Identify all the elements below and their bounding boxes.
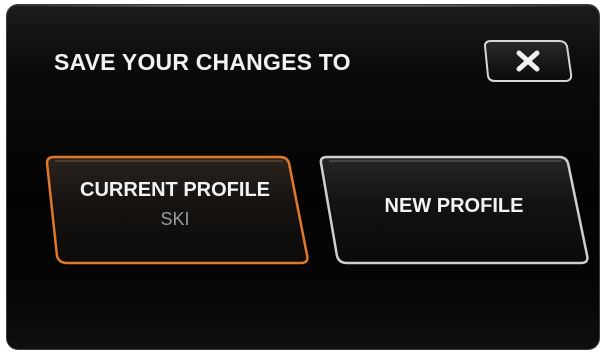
dialog-title: SAVE YOUR CHANGES TO: [54, 49, 351, 75]
new-profile-button[interactable]: NEW PROFILE: [315, 153, 593, 269]
save-changes-dialog: SAVE YOUR CHANGES TO CURRENT PROFILE SKI…: [6, 4, 600, 350]
current-profile-label: CURRENT PROFILE: [80, 179, 270, 201]
current-profile-name: SKI: [160, 209, 190, 229]
header-rule: [7, 5, 599, 7]
close-x-icon: [516, 50, 540, 72]
close-button[interactable]: [481, 38, 573, 84]
current-profile-button[interactable]: CURRENT PROFILE SKI: [37, 153, 313, 269]
new-profile-label: NEW PROFILE: [384, 195, 524, 217]
bottom-gloss: [7, 289, 599, 349]
